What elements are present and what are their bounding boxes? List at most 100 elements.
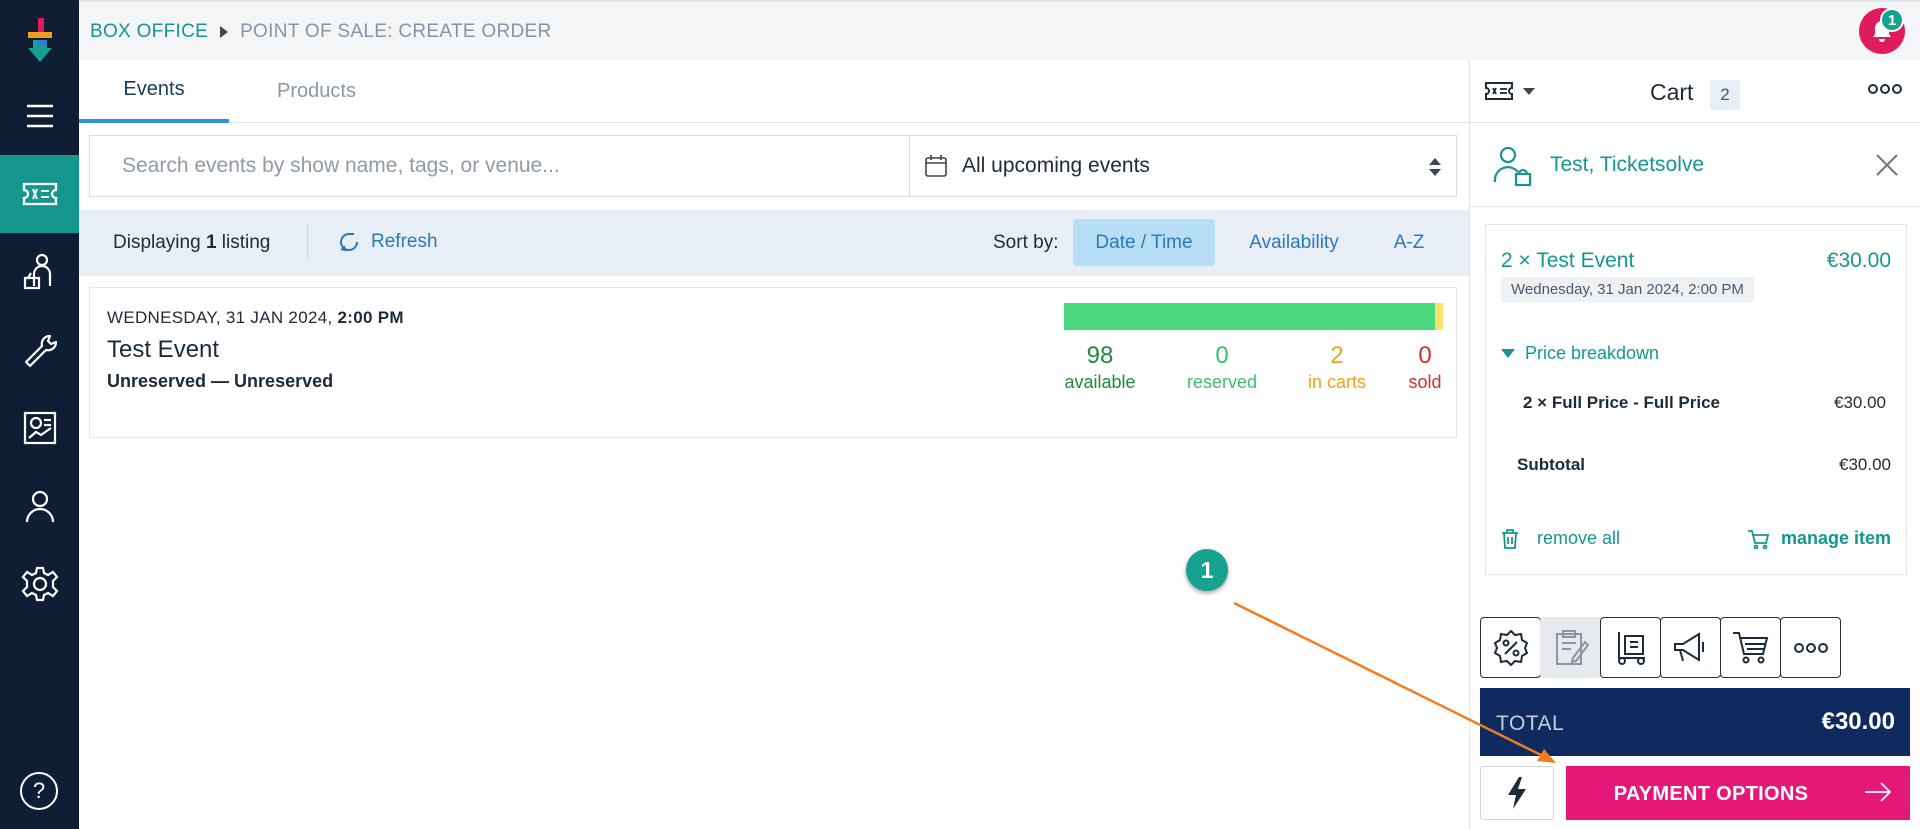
basket-button[interactable] [1720,617,1781,678]
customer-name[interactable]: Test, Ticketsolve [1550,153,1704,177]
megaphone-icon [1673,631,1704,662]
breadcrumb-section[interactable]: BOX OFFICE [90,21,208,43]
total-label: TOTAL [1496,712,1565,735]
cart-more-button[interactable] [1867,82,1903,101]
remove-customer-button[interactable] [1874,152,1900,183]
annotation-step-badge: 1 [1186,549,1228,591]
basket-icon [1732,631,1768,663]
stat-in-carts-label: in carts [1307,372,1367,392]
event-date: WEDNESDAY, 31 JAN 2024, 2:00 PM [107,308,404,328]
app-logo[interactable] [22,18,58,62]
sidebar-item-box-office[interactable] [0,155,79,233]
breadcrumb-page: POINT OF SALE: CREATE ORDER [240,21,552,42]
app: ? BOX OFFICE POINT OF SALE: CREATE ORDER… [0,0,1920,829]
event-name: Test Event [107,336,220,363]
cart-item: 2 × Test Event €30.00 Wednesday, 31 Jan … [1485,224,1907,575]
cart-item-date: Wednesday, 31 Jan 2024, 2:00 PM [1501,277,1754,302]
event-time: 2:00 PM [337,308,404,327]
stat-in-carts-value: 2 [1330,342,1344,369]
breadcrumb: BOX OFFICE POINT OF SALE: CREATE ORDER [90,21,552,43]
sidebar-item-settings[interactable] [0,545,79,623]
stat-available: 98 available [1060,342,1140,393]
caret-down-icon [1501,349,1515,358]
notes-button[interactable] [1540,617,1601,678]
lightning-icon [1508,777,1526,809]
cart-title: Cart [1650,79,1694,105]
cart-item-title[interactable]: 2 × Test Event [1501,249,1634,273]
more-actions-button[interactable] [1780,617,1841,678]
close-icon [1876,154,1898,176]
arrow-right-icon [1865,782,1892,802]
subtotal-amount: €30.00 [1839,455,1891,474]
manage-item-button[interactable]: manage item [1747,528,1891,549]
report-icon [23,411,56,445]
refresh-label: Refresh [371,231,438,252]
manage-item-label: manage item [1780,528,1891,548]
event-seating: Unreserved — Unreserved [107,371,334,391]
discount-button[interactable] [1480,617,1541,678]
delivery-button[interactable] [1600,617,1661,678]
cart-icon [1747,529,1769,549]
more-icon [1868,84,1902,94]
remove-all-button[interactable]: remove all [1501,528,1620,549]
search-input[interactable] [90,136,909,196]
listing-count-prefix: Displaying [113,232,201,253]
cart-header: Cart 2 [1470,60,1920,123]
capacity-bar [1064,303,1443,330]
calendar-icon [925,155,947,177]
total-value: €30.00 [1821,708,1895,735]
listing-count-suffix: listing [221,232,271,253]
price-breakdown-toggle[interactable]: Price breakdown [1501,343,1659,364]
refresh-button[interactable]: Refresh [337,230,438,254]
sidebar-item-customers-basket[interactable] [0,233,79,311]
sort-date-time-button[interactable]: Date / Time [1073,219,1215,266]
listing-count: Displaying 1 listing [113,232,270,254]
event-date-text: WEDNESDAY, 31 JAN 2024, [107,308,333,327]
price-breakdown-amount: €30.00 [1834,393,1886,412]
more-icon [1793,642,1828,653]
stat-sold-label: sold [1408,372,1442,392]
quick-pay-button[interactable] [1480,766,1554,820]
capacity-in-carts-fill [1435,303,1443,330]
event-filter-select[interactable]: All upcoming events [909,135,1457,197]
tab-products[interactable]: Products [239,60,394,123]
stat-sold: 0 sold [1401,342,1449,393]
stat-sold-value: 0 [1418,342,1432,369]
payment-options-label: PAYMENT OPTIONS [1613,783,1809,805]
event-row[interactable]: WEDNESDAY, 31 JAN 2024, 2:00 PM Test Eve… [89,287,1457,438]
order-total: TOTAL €30.00 [1480,688,1910,756]
sort-availability-button[interactable]: Availability [1227,219,1361,266]
stat-reserved: 0 reserved [1177,342,1267,393]
listing-toolbar: Displaying 1 listing Refresh Sort by: Da… [79,210,1469,276]
sidebar-item-reports[interactable] [0,389,79,467]
price-breakdown-line: 2 × Full Price - Full Price [1523,393,1720,412]
sort-arrows-icon [1429,158,1441,176]
payment-options-button[interactable]: PAYMENT OPTIONS [1566,766,1910,820]
search-field [89,135,909,197]
stat-available-value: 98 [1086,342,1114,369]
price-breakdown-label: Price breakdown [1525,343,1660,363]
sidebar-item-account[interactable] [0,467,79,545]
remove-all-label: remove all [1537,528,1621,548]
capacity-available-fill [1064,303,1435,330]
sidebar: ? [0,0,79,829]
order-type-dropdown[interactable] [1484,80,1536,102]
stat-available-label: available [1064,372,1136,392]
gear-icon [21,566,58,602]
wrench-icon [24,334,57,368]
subtotal-label: Subtotal [1517,455,1585,474]
marketing-button[interactable] [1660,617,1721,678]
notes-icon [1555,629,1589,665]
divider [307,224,308,260]
chevron-down-icon [1523,88,1535,95]
cart-item-price: €30.00 [1826,249,1891,272]
menu-icon[interactable] [0,77,79,155]
sidebar-item-tools[interactable] [0,311,79,389]
discount-icon [1493,629,1528,666]
help-icon[interactable]: ? [20,772,58,810]
sort-a-z-button[interactable]: A-Z [1379,219,1439,266]
tab-events[interactable]: Events [79,60,229,123]
delivery-icon [1617,631,1645,665]
stat-reserved-label: reserved [1186,372,1258,392]
cart-panel: Cart 2 Test, Ticketsolve 2 × Test Event … [1469,60,1920,829]
